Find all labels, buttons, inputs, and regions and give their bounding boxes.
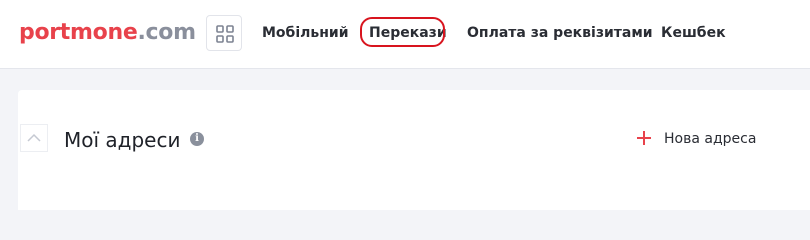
page-title: Мої адреси <box>64 128 181 152</box>
nav-item-cashback[interactable]: Кешбек <box>661 24 726 42</box>
logo-tld: .com <box>137 20 196 45</box>
apps-menu-button[interactable] <box>206 15 242 51</box>
top-header: portmone.com Мобільний Перекази Оплата з… <box>0 0 810 69</box>
nav-item-transfers[interactable]: Перекази <box>369 24 447 42</box>
plus-icon <box>637 131 651 145</box>
info-icon[interactable]: i <box>190 132 204 146</box>
add-address-label: Нова адреса <box>664 131 757 147</box>
chevron-up-icon <box>27 133 41 142</box>
nav-item-mobile[interactable]: Мобільний <box>262 24 349 42</box>
grid-icon <box>216 25 234 43</box>
logo-brand: portmone <box>19 20 138 45</box>
portmone-logo[interactable]: portmone.com <box>19 19 196 47</box>
nav-item-payment-by-requisites[interactable]: Оплата за реквізитами <box>467 24 653 42</box>
collapse-button[interactable] <box>20 124 48 152</box>
